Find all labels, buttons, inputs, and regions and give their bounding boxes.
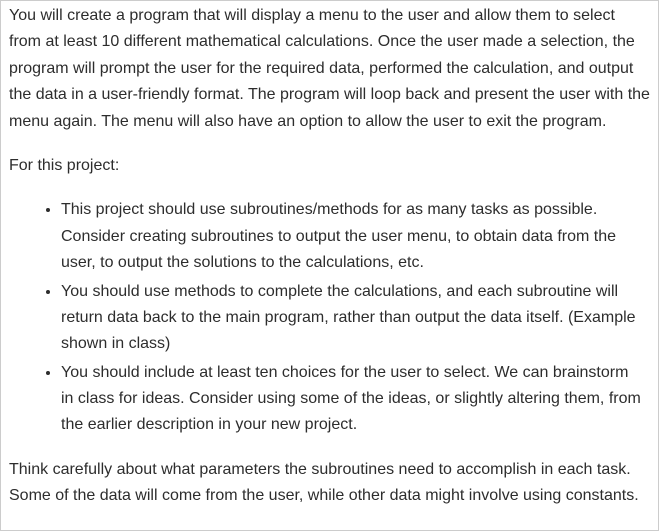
list-item: This project should use subroutines/meth… [61, 197, 650, 276]
for-project-label: For this project: [9, 153, 650, 179]
list-item: You should use methods to complete the c… [61, 279, 650, 358]
requirements-list: This project should use subroutines/meth… [9, 197, 650, 439]
list-item: You should include at least ten choices … [61, 360, 650, 439]
intro-paragraph: You will create a program that will disp… [9, 3, 650, 135]
conclusion-paragraph: Think carefully about what parameters th… [9, 457, 650, 510]
